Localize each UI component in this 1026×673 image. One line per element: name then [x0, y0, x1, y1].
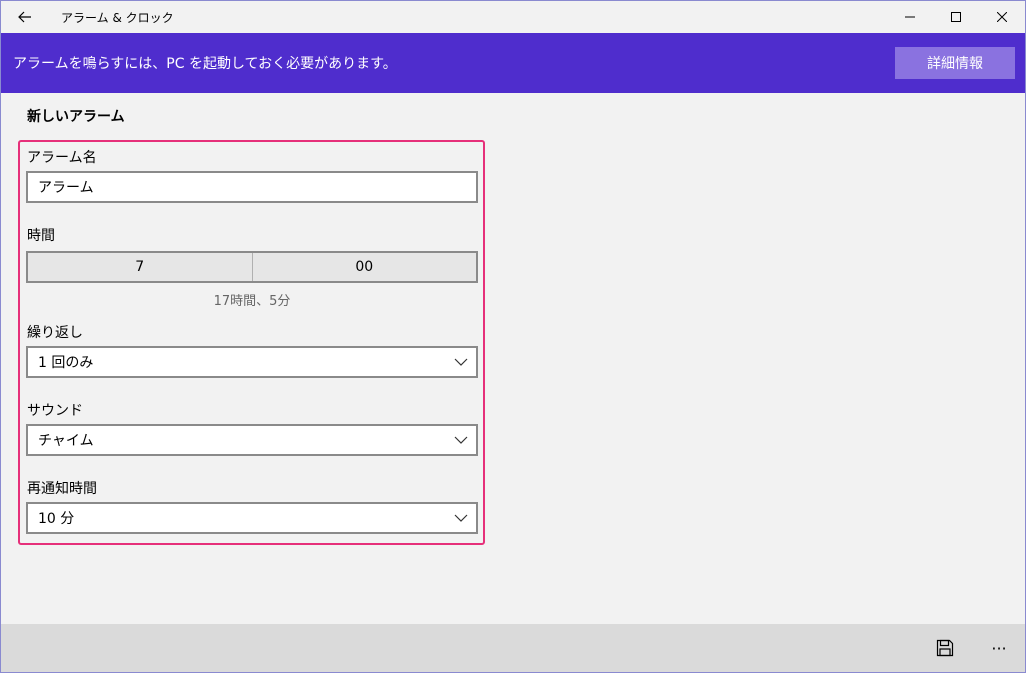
page-title: 新しいアラーム [27, 109, 125, 125]
back-arrow-icon [18, 11, 31, 23]
hour-picker[interactable]: 7 [28, 253, 252, 281]
back-button[interactable] [1, 1, 49, 33]
window-title: アラーム & クロック [61, 10, 174, 25]
snooze-dropdown[interactable]: 10 分 [26, 502, 478, 534]
alarm-name-input[interactable]: アラーム [26, 171, 478, 203]
sound-value: チャイム [38, 433, 94, 449]
close-button[interactable] [979, 1, 1025, 33]
repeat-dropdown[interactable]: 1 回のみ [26, 346, 478, 378]
time-label: 時間 [27, 228, 55, 244]
minimize-button[interactable] [887, 1, 933, 33]
save-button[interactable] [933, 636, 957, 660]
minute-picker[interactable]: 00 [251, 253, 477, 281]
sound-dropdown[interactable]: チャイム [26, 424, 478, 456]
alarm-name-label: アラーム名 [27, 150, 97, 166]
chevron-down-icon [454, 436, 468, 444]
repeat-value: 1 回のみ [38, 355, 94, 371]
snooze-label: 再通知時間 [27, 481, 97, 497]
more-options-button[interactable]: ··· [987, 636, 1011, 660]
banner-message: アラームを鳴らすには、PC を起動しておく必要があります。 [13, 56, 397, 72]
more-info-button[interactable]: 詳細情報 [895, 47, 1015, 79]
snooze-value: 10 分 [38, 511, 75, 527]
maximize-button[interactable] [933, 1, 979, 33]
window-controls [887, 1, 1025, 33]
time-picker[interactable]: 7 00 [26, 251, 478, 283]
info-banner: アラームを鳴らすには、PC を起動しておく必要があります。 詳細情報 [1, 33, 1025, 93]
command-bar: ··· [1, 624, 1025, 672]
time-until-text: 17時間、5分 [213, 294, 291, 309]
title-bar: アラーム & クロック [1, 1, 1025, 33]
repeat-label: 繰り返し [27, 325, 83, 341]
minimize-icon [905, 16, 915, 18]
maximize-icon [951, 12, 961, 22]
chevron-down-icon [454, 358, 468, 366]
chevron-down-icon [454, 514, 468, 522]
sound-label: サウンド [27, 403, 83, 419]
close-icon [997, 12, 1007, 22]
save-icon [936, 639, 954, 657]
